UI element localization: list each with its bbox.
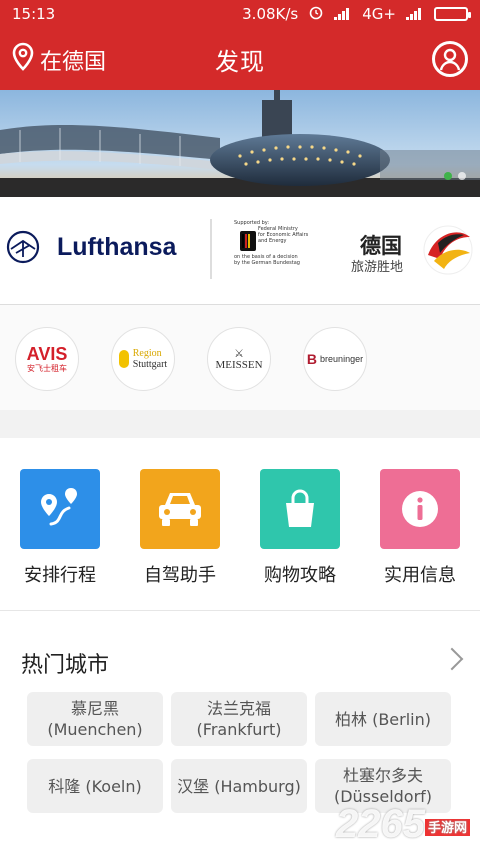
signal-icon bbox=[334, 8, 352, 20]
lufthansa-crane-logo bbox=[6, 230, 40, 264]
partner-meissen[interactable]: ⚔ MEISSEN bbox=[207, 327, 271, 391]
hot-cities-section: 热门城市 慕尼黑 (Muenchen) 法兰克福 (Frankfurt) 柏林 … bbox=[0, 611, 480, 853]
crossed-swords-icon: ⚔ bbox=[234, 346, 244, 360]
banner-dot-1[interactable] bbox=[444, 172, 452, 180]
city-chip-berlin[interactable]: 柏林 (Berlin) bbox=[315, 692, 451, 746]
city-chip-koeln[interactable]: 科隆 (Koeln) bbox=[27, 759, 163, 813]
status-time: 15:13 bbox=[12, 5, 56, 23]
page-title: 发现 bbox=[215, 47, 265, 76]
location-selector[interactable]: 在德国 bbox=[12, 42, 106, 78]
germany-travel-logo bbox=[423, 225, 473, 275]
feature-info[interactable]: 实用信息 bbox=[380, 469, 460, 587]
feature-label: 购物攻略 bbox=[264, 565, 336, 586]
breuninger-b-icon: B bbox=[306, 351, 318, 367]
banner-image bbox=[0, 90, 480, 197]
app-header: 在德国 发现 bbox=[0, 28, 480, 90]
route-icon bbox=[41, 488, 77, 526]
sponsor-strip: Lufthansa Supported by: Federal Ministry… bbox=[0, 197, 480, 305]
feature-label: 实用信息 bbox=[384, 565, 456, 586]
partner-logos: AVIS 安飞士租车 Region Stuttgart ⚔ MEISSEN B … bbox=[0, 305, 480, 411]
promo-banner[interactable] bbox=[0, 90, 480, 197]
feature-shopping[interactable]: 购物攻略 bbox=[260, 469, 340, 587]
feature-itinerary[interactable]: 安排行程 bbox=[20, 469, 100, 587]
lufthansa-logo-text: Lufthansa bbox=[57, 233, 177, 261]
info-icon bbox=[402, 491, 438, 527]
germany-travel-subtitle: 旅游胜地 bbox=[351, 260, 404, 275]
site-watermark: 2265 手游网 bbox=[336, 802, 470, 847]
partner-region-stuttgart[interactable]: Region Stuttgart bbox=[111, 327, 175, 391]
ministry-text: Supported by: Federal Ministry for Econo… bbox=[234, 220, 309, 266]
partner-avis[interactable]: AVIS 安飞士租车 bbox=[15, 327, 79, 391]
feature-driving[interactable]: 自驾助手 bbox=[140, 469, 220, 587]
city-chip-hamburg[interactable]: 汉堡 (Hamburg) bbox=[171, 759, 307, 813]
chevron-right-icon[interactable] bbox=[440, 647, 464, 671]
battery-icon bbox=[434, 7, 471, 21]
feature-grid: 安排行程 自驾助手 购物攻略 实用信息 bbox=[0, 438, 480, 611]
section-title: 热门城市 bbox=[21, 653, 110, 678]
banner-pagination[interactable] bbox=[444, 172, 466, 180]
feature-label: 安排行程 bbox=[24, 565, 96, 586]
user-profile-button[interactable] bbox=[432, 41, 468, 77]
status-bar: 15:13 3.08K/s 4G+ bbox=[0, 0, 480, 28]
feature-label: 自驾助手 bbox=[144, 565, 216, 586]
stuttgart-mark-icon bbox=[118, 350, 129, 368]
alarm-icon bbox=[308, 4, 324, 24]
location-label: 在德国 bbox=[40, 50, 107, 75]
network-type: 4G+ bbox=[362, 5, 396, 23]
shopping-bag-icon bbox=[286, 489, 314, 527]
banner-dot-2[interactable] bbox=[458, 172, 466, 180]
city-chip-frankfurt[interactable]: 法兰克福 (Frankfurt) bbox=[171, 692, 307, 746]
location-pin-icon bbox=[12, 42, 34, 78]
city-chip-muenchen[interactable]: 慕尼黑 (Muenchen) bbox=[27, 692, 163, 746]
car-icon bbox=[159, 493, 201, 526]
signal-icon-2 bbox=[406, 8, 424, 20]
partner-breuninger[interactable]: B breuninger bbox=[303, 327, 367, 391]
network-speed: 3.08K/s bbox=[242, 5, 299, 23]
